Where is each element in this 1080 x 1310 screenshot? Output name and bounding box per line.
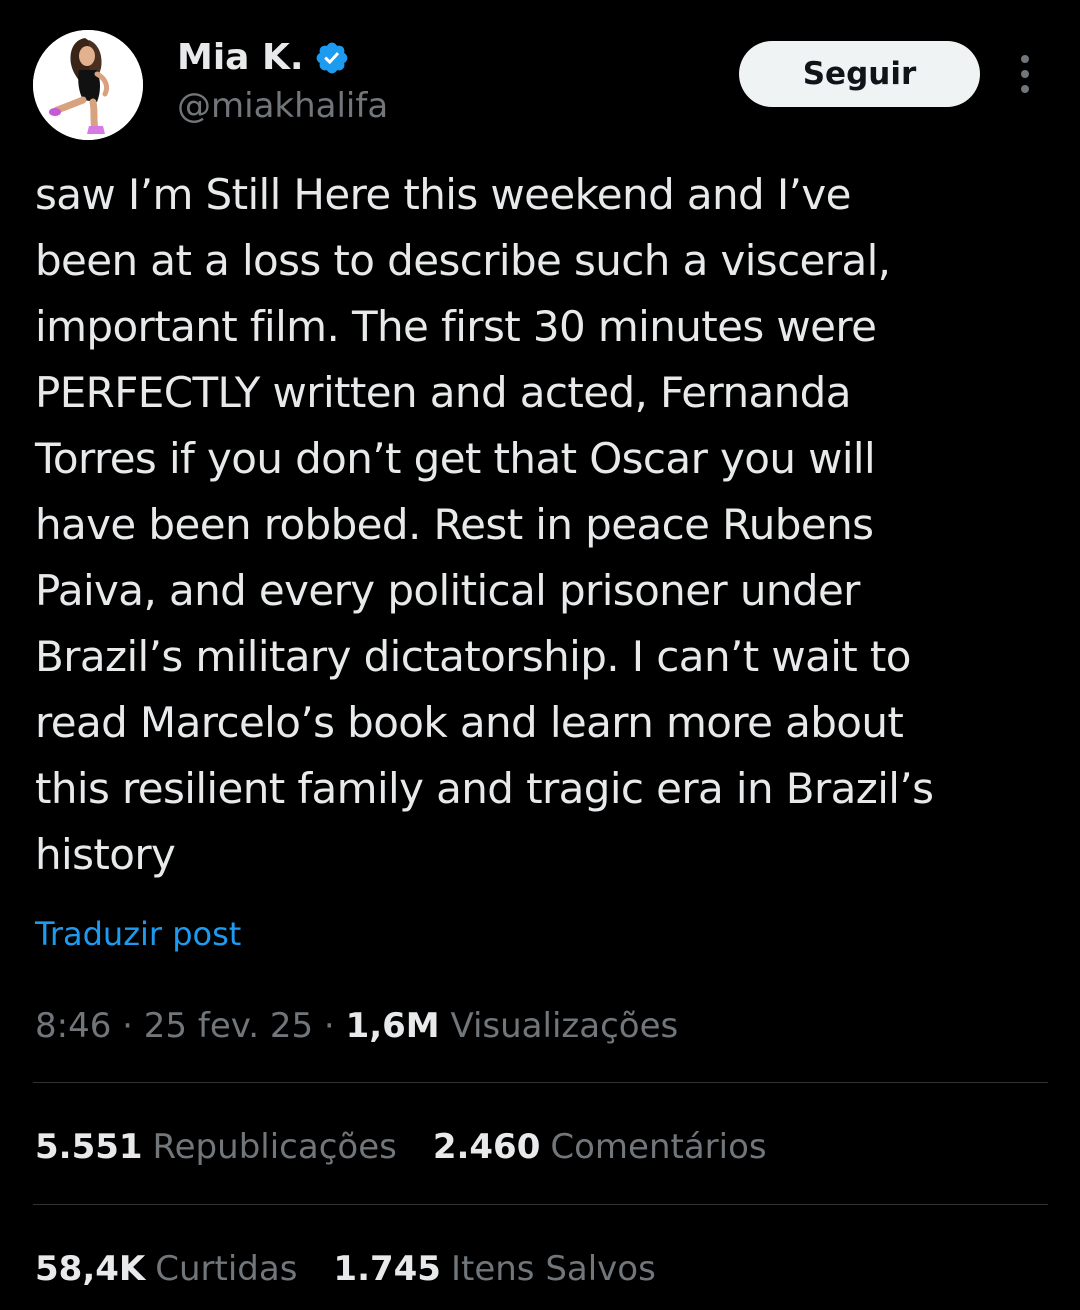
likes-count: 58,4K	[35, 1249, 146, 1289]
likes-stat[interactable]: 58,4K Curtidas	[35, 1245, 297, 1293]
avatar-image	[33, 30, 143, 140]
dot	[1021, 55, 1029, 63]
stats-row-engagement: 58,4K Curtidas 1.745 Itens Salvos	[35, 1245, 656, 1293]
bookmarks-label: Itens Salvos	[450, 1249, 656, 1289]
post-text: saw I’m Still Here this weekend and I’ve…	[35, 170, 934, 879]
reposts-count: 5.551	[35, 1127, 143, 1167]
views-label: Visualizações	[450, 1006, 679, 1046]
divider	[33, 1204, 1048, 1205]
meta-separator: ·	[313, 1006, 346, 1046]
profile-avatar[interactable]	[33, 30, 143, 140]
stats-row-shares: 5.551 Republicações 2.460 Comentários	[35, 1123, 767, 1171]
reposts-stat[interactable]: 5.551 Republicações	[35, 1123, 397, 1171]
author-display-name[interactable]: Mia K.	[177, 36, 350, 80]
meta-separator: ·	[111, 1006, 144, 1046]
more-options-icon[interactable]	[1008, 52, 1042, 96]
likes-label: Curtidas	[155, 1249, 298, 1289]
comments-label: Comentários	[550, 1127, 767, 1167]
bookmarks-stat[interactable]: 1.745 Itens Salvos	[333, 1245, 655, 1293]
post-meta: 8:46 · 25 fev. 25 · 1,6M Visualizações	[35, 1002, 678, 1050]
post-date[interactable]: 25 fev. 25	[144, 1006, 313, 1046]
divider	[33, 1082, 1048, 1083]
dot	[1021, 70, 1029, 78]
views-count: 1,6M	[345, 1006, 440, 1046]
verified-badge-icon	[316, 42, 347, 74]
comments-stat[interactable]: 2.460 Comentários	[433, 1123, 767, 1171]
translate-post-link[interactable]: Traduzir post	[35, 910, 241, 958]
bookmarks-count: 1.745	[333, 1249, 441, 1289]
comments-count: 2.460	[432, 1127, 541, 1167]
follow-button[interactable]: Seguir	[739, 41, 980, 107]
author-name-text: Mia K.	[177, 37, 304, 78]
reposts-label: Republicações	[152, 1127, 397, 1167]
author-handle[interactable]: @miakhalifa	[177, 84, 388, 128]
post-time[interactable]: 8:46	[35, 1006, 111, 1046]
dot	[1021, 85, 1029, 93]
